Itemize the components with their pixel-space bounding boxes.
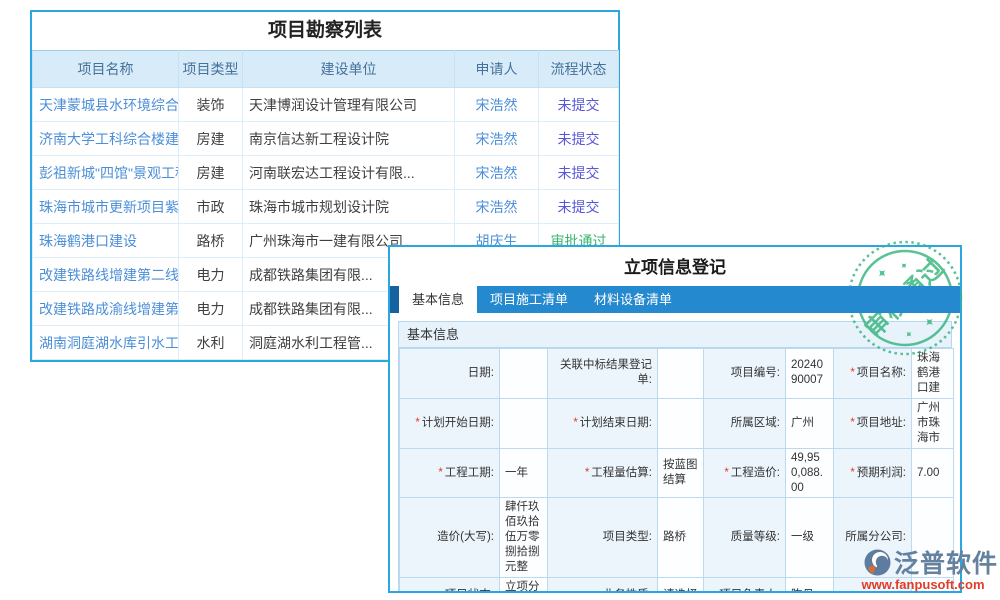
required-star: * [724, 467, 728, 479]
form-row: *工程工期:一年*工程量估算:按蓝图结算*工程造价:49,950,088.00*… [400, 448, 954, 498]
field-label: *项目名称: [834, 349, 912, 399]
project-name-link[interactable]: 珠海鹤港口建设 [33, 224, 179, 258]
form-row: *计划开始日期: *计划结束日期: 所属区域:广州*项目地址:广州市珠海市 [400, 398, 954, 448]
field-label: 项目负责人: [704, 578, 786, 593]
survey-table-header-row: 项目名称项目类型建设单位申请人流程状态 [33, 51, 619, 88]
project-type-cell: 房建 [179, 156, 243, 190]
required-star: * [573, 417, 577, 429]
status-badge: 未提交 [539, 156, 619, 190]
field-label: 项目类型: [548, 498, 658, 578]
field-value[interactable] [500, 349, 548, 399]
project-name-link[interactable]: 改建铁路线增建第二线直... [33, 258, 179, 292]
dialog-title: 立项信息登记 [390, 256, 960, 280]
field-value[interactable]: 按蓝图结算 [658, 448, 704, 498]
field-label: 项目编号: [704, 349, 786, 399]
field-value[interactable]: 一年 [500, 448, 548, 498]
field-value[interactable]: 请选择 [658, 578, 704, 593]
field-value[interactable]: 陈丹 [786, 578, 834, 593]
field-label: 造价(大写): [400, 498, 500, 578]
field-label: 业务性质: [548, 578, 658, 593]
section-header: 基本信息 [399, 322, 951, 348]
brand-name: 泛普软件 [894, 544, 998, 580]
field-label: *工程工期: [400, 448, 500, 498]
required-star: * [585, 467, 589, 479]
brand-watermark: 泛普软件 www.fanpusoft.com [848, 544, 998, 592]
required-star: * [438, 467, 442, 479]
project-name-link[interactable]: 湖南洞庭湖水库引水工程... [33, 326, 179, 360]
project-name-link[interactable]: 天津蒙城县水环境综合治... [33, 88, 179, 122]
dialog-tab-1[interactable]: 项目施工清单 [477, 286, 581, 313]
field-value[interactable] [658, 349, 704, 399]
field-value[interactable]: 广州市珠海市 [912, 398, 954, 448]
status-badge: 未提交 [539, 190, 619, 224]
applicant-link[interactable]: 宋浩然 [455, 156, 539, 190]
field-value[interactable]: 2024090007 [786, 349, 834, 399]
field-value[interactable]: 肆仟玖佰玖拾伍万零捌拾捌元整 [500, 498, 548, 578]
project-type-cell: 路桥 [179, 224, 243, 258]
tab-bar-lead-strip [390, 286, 399, 313]
field-label: *项目地址: [834, 398, 912, 448]
column-header: 建设单位 [243, 51, 455, 88]
table-row: 济南大学工科综合楼建设...房建南京信达新工程设计院宋浩然未提交 [33, 122, 619, 156]
table-row: 珠海市城市更新项目紫桐...市政珠海市城市规划设计院宋浩然未提交 [33, 190, 619, 224]
field-label: 项目状态: [400, 578, 500, 593]
project-name-link[interactable]: 彭祖新城"四馆"景观工程... [33, 156, 179, 190]
project-name-link[interactable]: 改建铁路成渝线增建第二... [33, 292, 179, 326]
project-type-cell: 市政 [179, 190, 243, 224]
status-badge: 未提交 [539, 88, 619, 122]
form-row: 日期: 关联中标结果登记单: 项目编号:2024090007*项目名称:珠海鹤港口建 [400, 349, 954, 399]
applicant-link[interactable]: 宋浩然 [455, 122, 539, 156]
applicant-link[interactable]: 宋浩然 [455, 190, 539, 224]
required-star: * [850, 367, 854, 379]
field-value[interactable]: 广州 [786, 398, 834, 448]
field-value[interactable]: 路桥 [658, 498, 704, 578]
field-value[interactable]: 7.00 [912, 448, 954, 498]
column-header: 项目类型 [179, 51, 243, 88]
construction-unit-cell: 天津博润设计管理有限公司 [243, 88, 455, 122]
field-label: *预期利润: [834, 448, 912, 498]
status-badge: 未提交 [539, 122, 619, 156]
field-label: 关联中标结果登记单: [548, 349, 658, 399]
field-label: *计划开始日期: [400, 398, 500, 448]
column-header: 申请人 [455, 51, 539, 88]
field-label: 日期: [400, 349, 500, 399]
dialog-tab-bar: 基本信息项目施工清单材料设备清单 [390, 286, 960, 313]
field-value[interactable]: 49,950,088.00 [786, 448, 834, 498]
construction-unit-cell: 河南联宏达工程设计有限... [243, 156, 455, 190]
field-label: *计划结束日期: [548, 398, 658, 448]
field-label: *工程造价: [704, 448, 786, 498]
brand-url: www.fanpusoft.com [848, 577, 998, 592]
construction-unit-cell: 珠海市城市规划设计院 [243, 190, 455, 224]
field-value[interactable] [658, 398, 704, 448]
project-type-cell: 装饰 [179, 88, 243, 122]
field-label: *工程量估算: [548, 448, 658, 498]
required-star: * [850, 417, 854, 429]
field-value[interactable]: 一级 [786, 498, 834, 578]
table-row: 天津蒙城县水环境综合治...装饰天津博润设计管理有限公司宋浩然未提交 [33, 88, 619, 122]
field-value[interactable] [500, 398, 548, 448]
project-name-link[interactable]: 珠海市城市更新项目紫桐... [33, 190, 179, 224]
field-value[interactable]: 立项分析 [500, 578, 548, 593]
required-star: * [415, 417, 419, 429]
project-type-cell: 电力 [179, 292, 243, 326]
project-type-cell: 电力 [179, 258, 243, 292]
project-type-cell: 房建 [179, 122, 243, 156]
field-label: 质量等级: [704, 498, 786, 578]
column-header: 项目名称 [33, 51, 179, 88]
required-star: * [850, 467, 854, 479]
dialog-tab-2[interactable]: 材料设备清单 [581, 286, 685, 313]
brand-logo-icon [864, 549, 891, 576]
dialog-tab-0[interactable]: 基本信息 [399, 286, 477, 313]
survey-list-title: 项目勘察列表 [32, 12, 618, 50]
table-row: 彭祖新城"四馆"景观工程...房建河南联宏达工程设计有限...宋浩然未提交 [33, 156, 619, 190]
field-value[interactable]: 珠海鹤港口建 [912, 349, 954, 399]
construction-unit-cell: 南京信达新工程设计院 [243, 122, 455, 156]
project-name-link[interactable]: 济南大学工科综合楼建设... [33, 122, 179, 156]
project-type-cell: 水利 [179, 326, 243, 360]
column-header: 流程状态 [539, 51, 619, 88]
applicant-link[interactable]: 宋浩然 [455, 88, 539, 122]
project-registration-dialog: 立项信息登记 基本信息项目施工清单材料设备清单 基本信息 日期:关联中标结果登记… [388, 245, 962, 593]
field-label: 所属区域: [704, 398, 786, 448]
